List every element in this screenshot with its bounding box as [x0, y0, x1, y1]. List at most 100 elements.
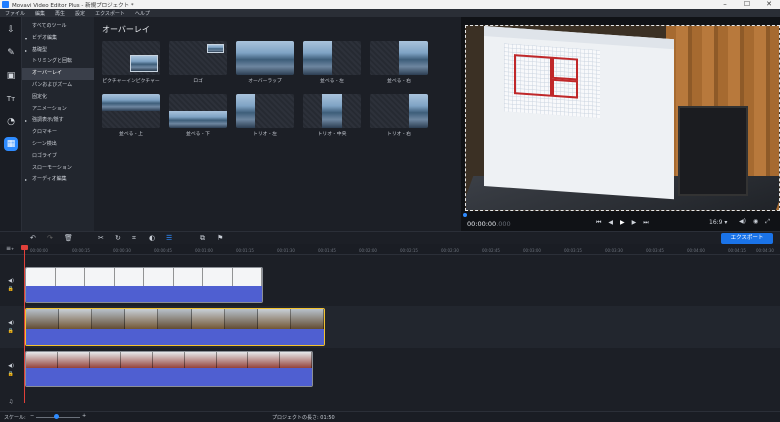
magic-wand-icon[interactable]: ✎ [4, 46, 18, 60]
ruler-mark: 00:03:30 [605, 248, 623, 253]
overlay-tile-trio-right[interactable]: トリオ - 右 [370, 94, 428, 137]
lock-icon[interactable]: 🔒 [8, 371, 14, 377]
timeline-ruler[interactable]: ≡₊ 00:00:00 00:00:15 00:00:30 00:00:45 0… [0, 244, 780, 255]
category-item[interactable]: ▸ オーディオ編集 [22, 174, 94, 186]
undo-icon[interactable]: ↶ [30, 234, 36, 242]
zoom-out-icon[interactable]: − [30, 413, 34, 419]
play-icon[interactable]: ▶ [620, 219, 625, 227]
menu-settings[interactable]: 設定 [70, 10, 90, 17]
timeline-toolbar: ↶ ↷ 🗑 ✂ ↻ ⌗ ◐ ☰ ⧉ ⚑ [0, 231, 780, 244]
menu-edit[interactable]: 編集 [30, 10, 50, 17]
cut-icon[interactable]: ✂ [98, 234, 104, 242]
scale-slider-knob[interactable] [54, 414, 59, 419]
lock-icon[interactable]: 🔒 [8, 328, 14, 334]
category-item[interactable]: ロゴライブ [22, 151, 94, 163]
overlay-tile-side-bottom[interactable]: 並べる - 下 [169, 94, 227, 137]
close-icon[interactable]: ✕ [758, 0, 780, 9]
color-adjust-icon[interactable]: ◐ [149, 234, 155, 242]
track-header: ◀) 🔒 [0, 273, 22, 297]
category-item[interactable]: すべてのツール [22, 21, 94, 33]
panel-title: オーバーレイ [102, 25, 150, 34]
overlay-tile-trio-left[interactable]: トリオ - 左 [236, 94, 294, 137]
ruler-mark: 00:00:45 [154, 248, 172, 253]
skip-back-icon[interactable]: ⏮ [596, 219, 601, 227]
track-lane: ◀) 🔒 [0, 265, 780, 305]
menu-export[interactable]: エクスポート [90, 10, 130, 17]
overlay-tile-side-top[interactable]: 並べる - 上 [102, 94, 160, 137]
playhead-handle[interactable] [21, 245, 28, 250]
category-item[interactable]: 固定化 [22, 92, 94, 104]
category-item[interactable]: アニメーション [22, 104, 94, 116]
overlay-icon[interactable]: ⧉ [200, 234, 205, 243]
project-length: プロジェクトの長さ: 01:50 [272, 415, 335, 421]
preview-video[interactable] [465, 25, 780, 211]
fullscreen-icon[interactable]: ⤢ [765, 218, 770, 226]
snapshot-icon[interactable]: ◉ [753, 218, 758, 226]
redo-icon[interactable]: ↷ [47, 234, 53, 242]
category-item[interactable]: スローモーション [22, 163, 94, 175]
menu-file[interactable]: ファイル [0, 10, 30, 17]
category-item[interactable]: ▸ 基礎型 [22, 45, 94, 57]
video-clip[interactable] [25, 351, 313, 387]
ruler-mark: 00:02:30 [441, 248, 459, 253]
overlay-tile-logo[interactable]: ロゴ [169, 41, 227, 84]
marker-icon[interactable]: ⚑ [217, 234, 223, 242]
mute-icon[interactable]: ◀) [8, 320, 14, 326]
step-back-icon[interactable]: ◀ [608, 219, 613, 227]
delete-icon[interactable]: 🗑 [64, 234, 73, 242]
skip-forward-icon[interactable]: ⏭ [643, 219, 648, 227]
overlay-tile-side-left[interactable]: 並べる - 左 [303, 41, 361, 84]
playhead[interactable] [24, 245, 25, 403]
aspect-ratio-select[interactable]: 16:9 ▾ [709, 219, 727, 226]
track-header: ◀) 🔒 [0, 357, 22, 383]
overlay-tile-trio-center[interactable]: トリオ - 中央 [303, 94, 361, 137]
maximize-icon[interactable]: ☐ [736, 0, 758, 9]
menu-playback[interactable]: 再生 [50, 10, 70, 17]
progress-knob[interactable] [463, 213, 467, 217]
category-item[interactable]: トリミングと回転 [22, 56, 94, 68]
clip-properties-icon[interactable]: ☰ [166, 234, 172, 242]
volume-icon[interactable]: ◀) [739, 218, 746, 226]
filters-icon[interactable]: ▣ [4, 69, 18, 83]
category-item[interactable]: ▾ ビデオ編集 [22, 33, 94, 45]
zoom-in-icon[interactable]: + [82, 413, 86, 419]
menu-help[interactable]: ヘルプ [130, 10, 155, 17]
overlay-tile-side-right[interactable]: 並べる - 右 [370, 41, 428, 84]
more-tools-icon[interactable]: ▦ [4, 137, 18, 151]
import-icon[interactable]: ⇩ [4, 23, 18, 37]
add-track-icon[interactable]: ≡₊ [6, 245, 14, 252]
export-button[interactable]: エクスポート [721, 233, 773, 244]
ruler-mark: 00:03:15 [564, 248, 582, 253]
minimize-icon[interactable]: – [714, 0, 736, 9]
music-track-lane: ♫ [0, 395, 780, 409]
ruler-mark: 00:01:30 [277, 248, 295, 253]
window-title: Movavi Video Editor Plus - 新規プロジェクト * [12, 2, 134, 9]
mute-icon[interactable]: ◀) [8, 278, 14, 284]
titles-icon[interactable]: Tт [4, 92, 18, 106]
mute-icon[interactable]: ◀) [8, 363, 14, 369]
category-item[interactable]: クロマキー [22, 127, 94, 139]
overlay-tile-overlap[interactable]: オーバーラップ [236, 41, 294, 84]
category-item-overlay[interactable]: オーバーレイ [22, 68, 94, 80]
status-bar: スケール: − + プロジェクトの長さ: 01:50 [0, 411, 780, 422]
category-item[interactable]: シーン検出 [22, 139, 94, 151]
category-item[interactable]: パンおよびズーム [22, 80, 94, 92]
menu-bar: ファイル 編集 再生 設定 エクスポート ヘルプ [0, 9, 780, 17]
track-lane: ◀) 🔒 [0, 349, 780, 391]
transitions-icon[interactable]: ◔ [4, 115, 18, 129]
ruler-mark: 00:02:00 [359, 248, 377, 253]
music-note-icon: ♫ [8, 399, 14, 405]
ruler-mark: 00:04:30 [756, 248, 774, 253]
rotate-icon[interactable]: ↻ [115, 234, 121, 242]
step-forward-icon[interactable]: ▶ [632, 219, 637, 227]
category-panel: すべてのツール ▾ ビデオ編集 ▸ 基礎型 トリミングと回転 オーバーレイ パンおよ… [22, 17, 94, 231]
overlay-tile-pip[interactable]: ピクチャーインピクチャー [102, 41, 160, 84]
lock-icon[interactable]: 🔒 [8, 286, 14, 292]
crop-icon[interactable]: ⌗ [132, 234, 136, 243]
video-clip-selected[interactable] [25, 308, 325, 346]
playback-bar: 00:00:00.000 ⏮ ◀ ▶ ▶ ⏭ 16:9 ▾ ◀) ◉ ⤢ [461, 213, 780, 231]
category-item[interactable]: ▸ 強調表示/隠す [22, 115, 94, 127]
video-clip[interactable] [25, 267, 263, 303]
tool-sidebar: ⇩ ✎ ▣ Tт ◔ ▦ [0, 17, 22, 231]
ruler-mark: 00:04:15 [728, 248, 746, 253]
